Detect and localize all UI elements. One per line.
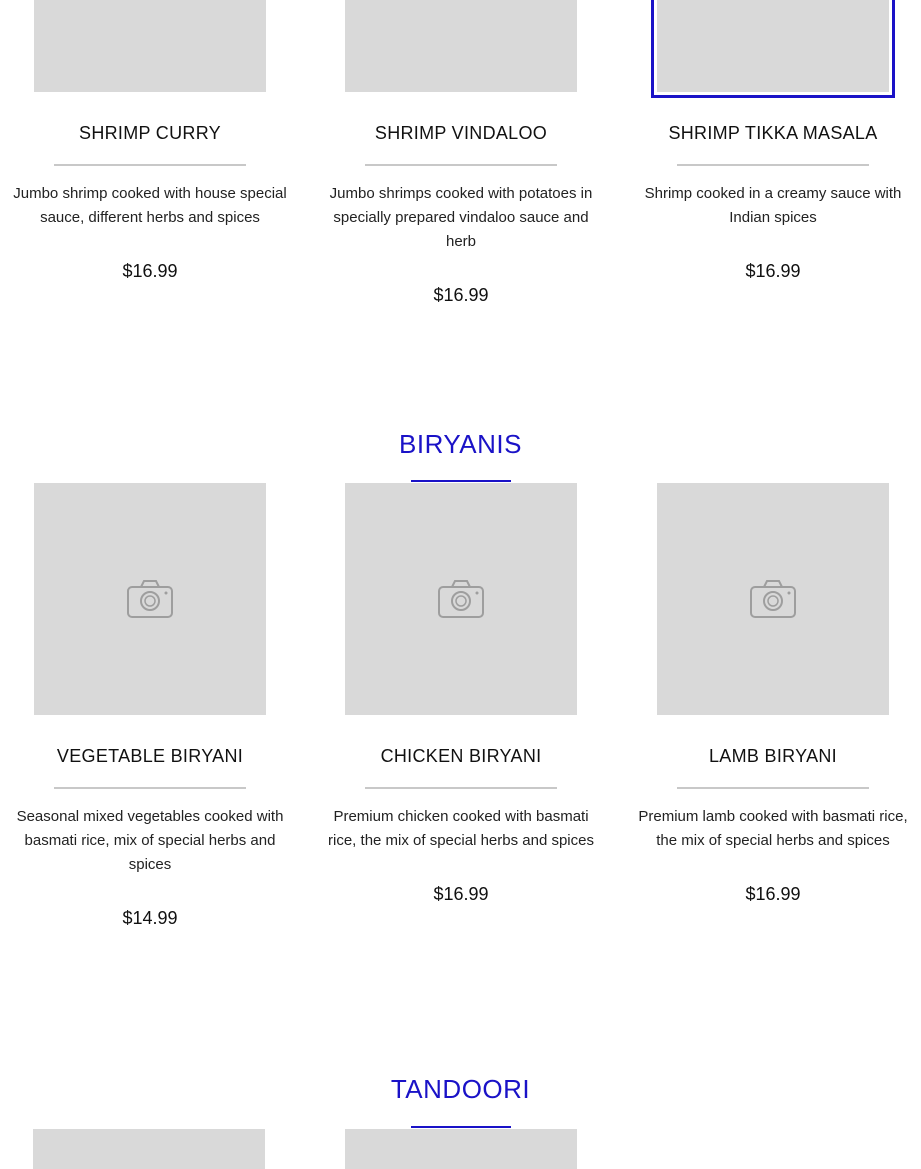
item-image-placeholder[interactable] — [345, 483, 577, 715]
item-image-placeholder[interactable] — [345, 0, 577, 92]
item-price: $16.99 — [122, 261, 178, 281]
menu-item-card[interactable]: VEGETABLE BIRYANI Seasonal mixed vegetab… — [0, 483, 306, 930]
menu-item-card[interactable]: SHRIMP TIKKA MASALA Shrimp cooked in a c… — [617, 0, 921, 283]
item-name: LAMB BIRYANI — [709, 746, 837, 766]
item-image-placeholder[interactable] — [34, 0, 266, 92]
item-description: Shrimp cooked in a creamy sauce with Ind… — [644, 185, 902, 226]
item-description: Premium chicken cooked with basmati rice… — [328, 808, 594, 849]
item-description: Premium lamb cooked with basmati rice, t… — [638, 808, 908, 849]
menu-item-card[interactable]: CHICKEN BIRYANI Premium chicken cooked w… — [305, 483, 617, 906]
item-divider — [677, 164, 869, 166]
menu-item-card[interactable]: SHRIMP CURRY Jumbo shrimp cooked with ho… — [0, 0, 306, 283]
section-title-tandoori: TANDOORI — [390, 1074, 531, 1104]
item-description: Seasonal mixed vegetables cooked with ba… — [16, 808, 284, 873]
item-description: Jumbo shrimp cooked with house special s… — [13, 185, 287, 226]
item-divider — [365, 164, 557, 166]
item-image-placeholder[interactable] — [345, 1129, 577, 1169]
camera-icon — [127, 580, 173, 618]
section-title-biryanis: BIRYANIS — [399, 429, 522, 459]
menu-item-card[interactable]: LAMB BIRYANI Premium lamb cooked with ba… — [617, 483, 921, 906]
item-price: $16.99 — [433, 285, 489, 305]
menu-item-card[interactable]: SHRIMP VINDALOO Jumbo shrimps cooked wit… — [305, 0, 617, 307]
item-image-placeholder[interactable] — [33, 1129, 265, 1169]
item-name: SHRIMP VINDALOO — [374, 123, 548, 143]
item-divider — [54, 787, 246, 789]
section-underline — [411, 1126, 511, 1128]
item-name: CHICKEN BIRYANI — [380, 746, 542, 766]
item-image-placeholder[interactable] — [34, 483, 266, 715]
item-price: $14.99 — [122, 908, 178, 928]
item-image-placeholder[interactable] — [657, 483, 889, 715]
item-price: $16.99 — [745, 884, 801, 904]
item-divider — [677, 787, 869, 789]
item-price: $16.99 — [745, 261, 801, 281]
item-name: SHRIMP CURRY — [79, 123, 221, 143]
section-underline — [411, 480, 511, 482]
item-name: VEGETABLE BIRYANI — [56, 746, 244, 766]
item-name: SHRIMP TIKKA MASALA — [668, 123, 878, 143]
item-divider — [365, 787, 557, 789]
camera-icon — [750, 580, 796, 618]
item-image-placeholder[interactable] — [651, 0, 895, 98]
item-price: $16.99 — [433, 884, 489, 904]
item-divider — [54, 164, 246, 166]
item-description: Jumbo shrimps cooked with potatoes in sp… — [329, 185, 593, 250]
menu-page: SHRIMP CURRY Jumbo shrimp cooked with ho… — [0, 0, 921, 1169]
camera-icon — [438, 580, 484, 618]
